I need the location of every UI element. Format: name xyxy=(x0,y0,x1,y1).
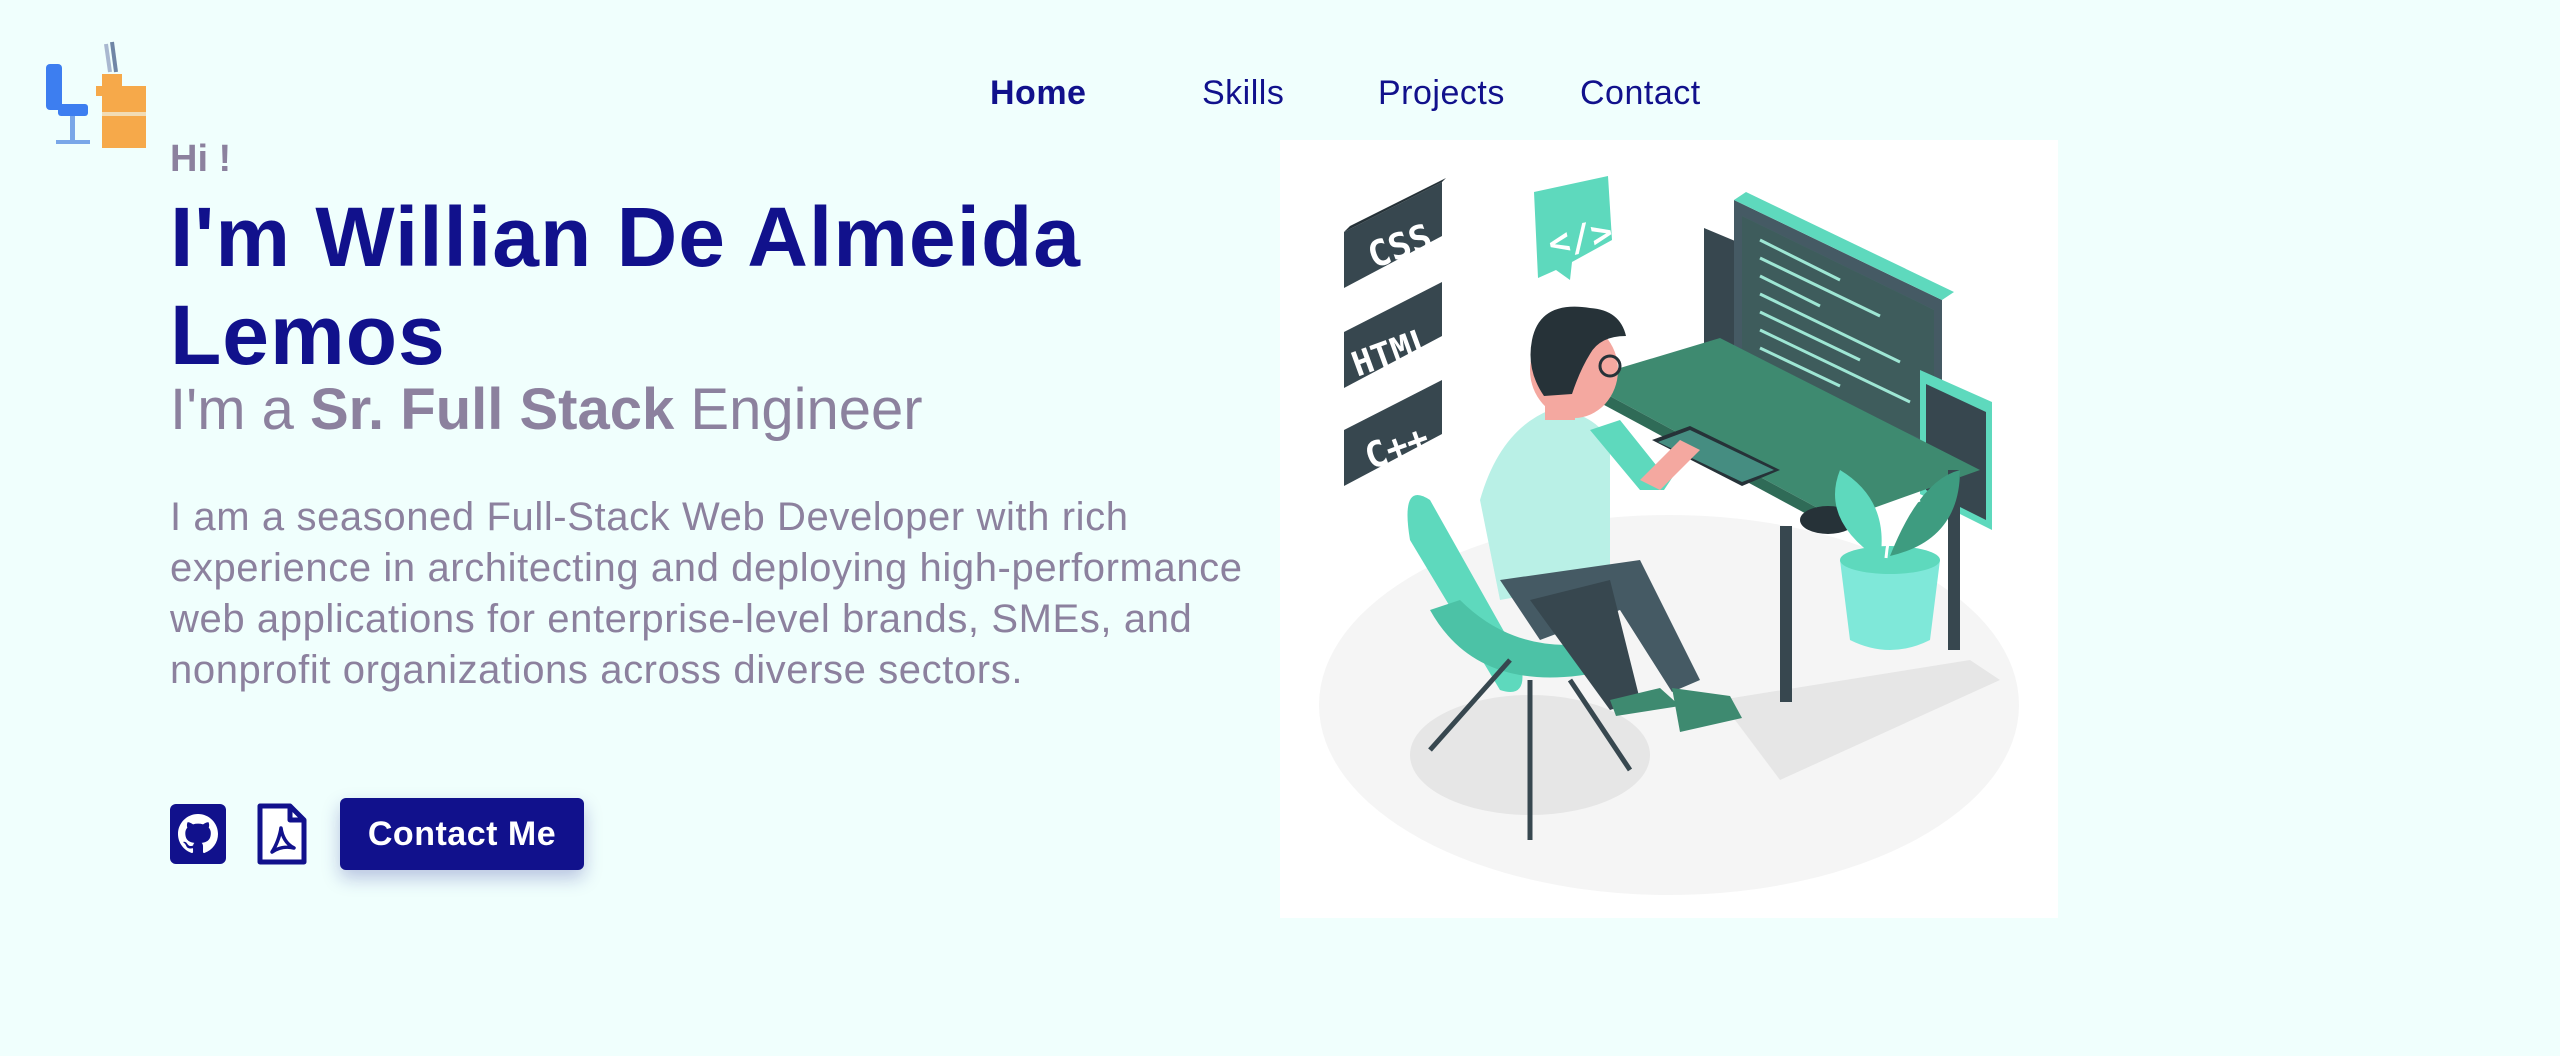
role-highlight: Sr. Full Stack xyxy=(310,377,675,442)
role-prefix: I'm a xyxy=(170,377,310,442)
nav-link-home[interactable]: Home xyxy=(990,74,1202,113)
hero-description: I am a seasoned Full-Stack Web Developer… xyxy=(170,495,1243,692)
greeting: Hi ! xyxy=(170,138,232,180)
github-icon[interactable] xyxy=(170,804,226,864)
hero-actions: Contact Me xyxy=(170,798,584,870)
developer-at-desk-illustration: CSS HTML C++ </> xyxy=(1280,140,2058,918)
hero-name: I'm Willian De Almeida Lemos xyxy=(170,190,1081,382)
hero-role: I'm a Sr. Full Stack Engineer xyxy=(170,376,923,443)
nav-link-contact[interactable]: Contact xyxy=(1580,74,1701,113)
pdf-file-icon[interactable] xyxy=(256,802,308,866)
cpp-badge-icon: C++ xyxy=(1344,380,1442,486)
code-bubble-icon: </> xyxy=(1534,176,1617,280)
css-badge-icon: CSS xyxy=(1344,178,1446,288)
main-nav: Home Skills Projects Contact xyxy=(990,74,1701,113)
nav-link-skills[interactable]: Skills xyxy=(1202,74,1378,113)
html-badge-icon: HTML xyxy=(1344,282,1442,388)
desk-chair-logo-icon[interactable] xyxy=(40,38,150,153)
contact-me-button[interactable]: Contact Me xyxy=(340,798,584,870)
nav-link-projects[interactable]: Projects xyxy=(1378,74,1580,113)
portfolio-page: Home Skills Projects Contact Hi ! I'm Wi… xyxy=(0,0,2560,1056)
role-suffix: Engineer xyxy=(674,377,923,442)
